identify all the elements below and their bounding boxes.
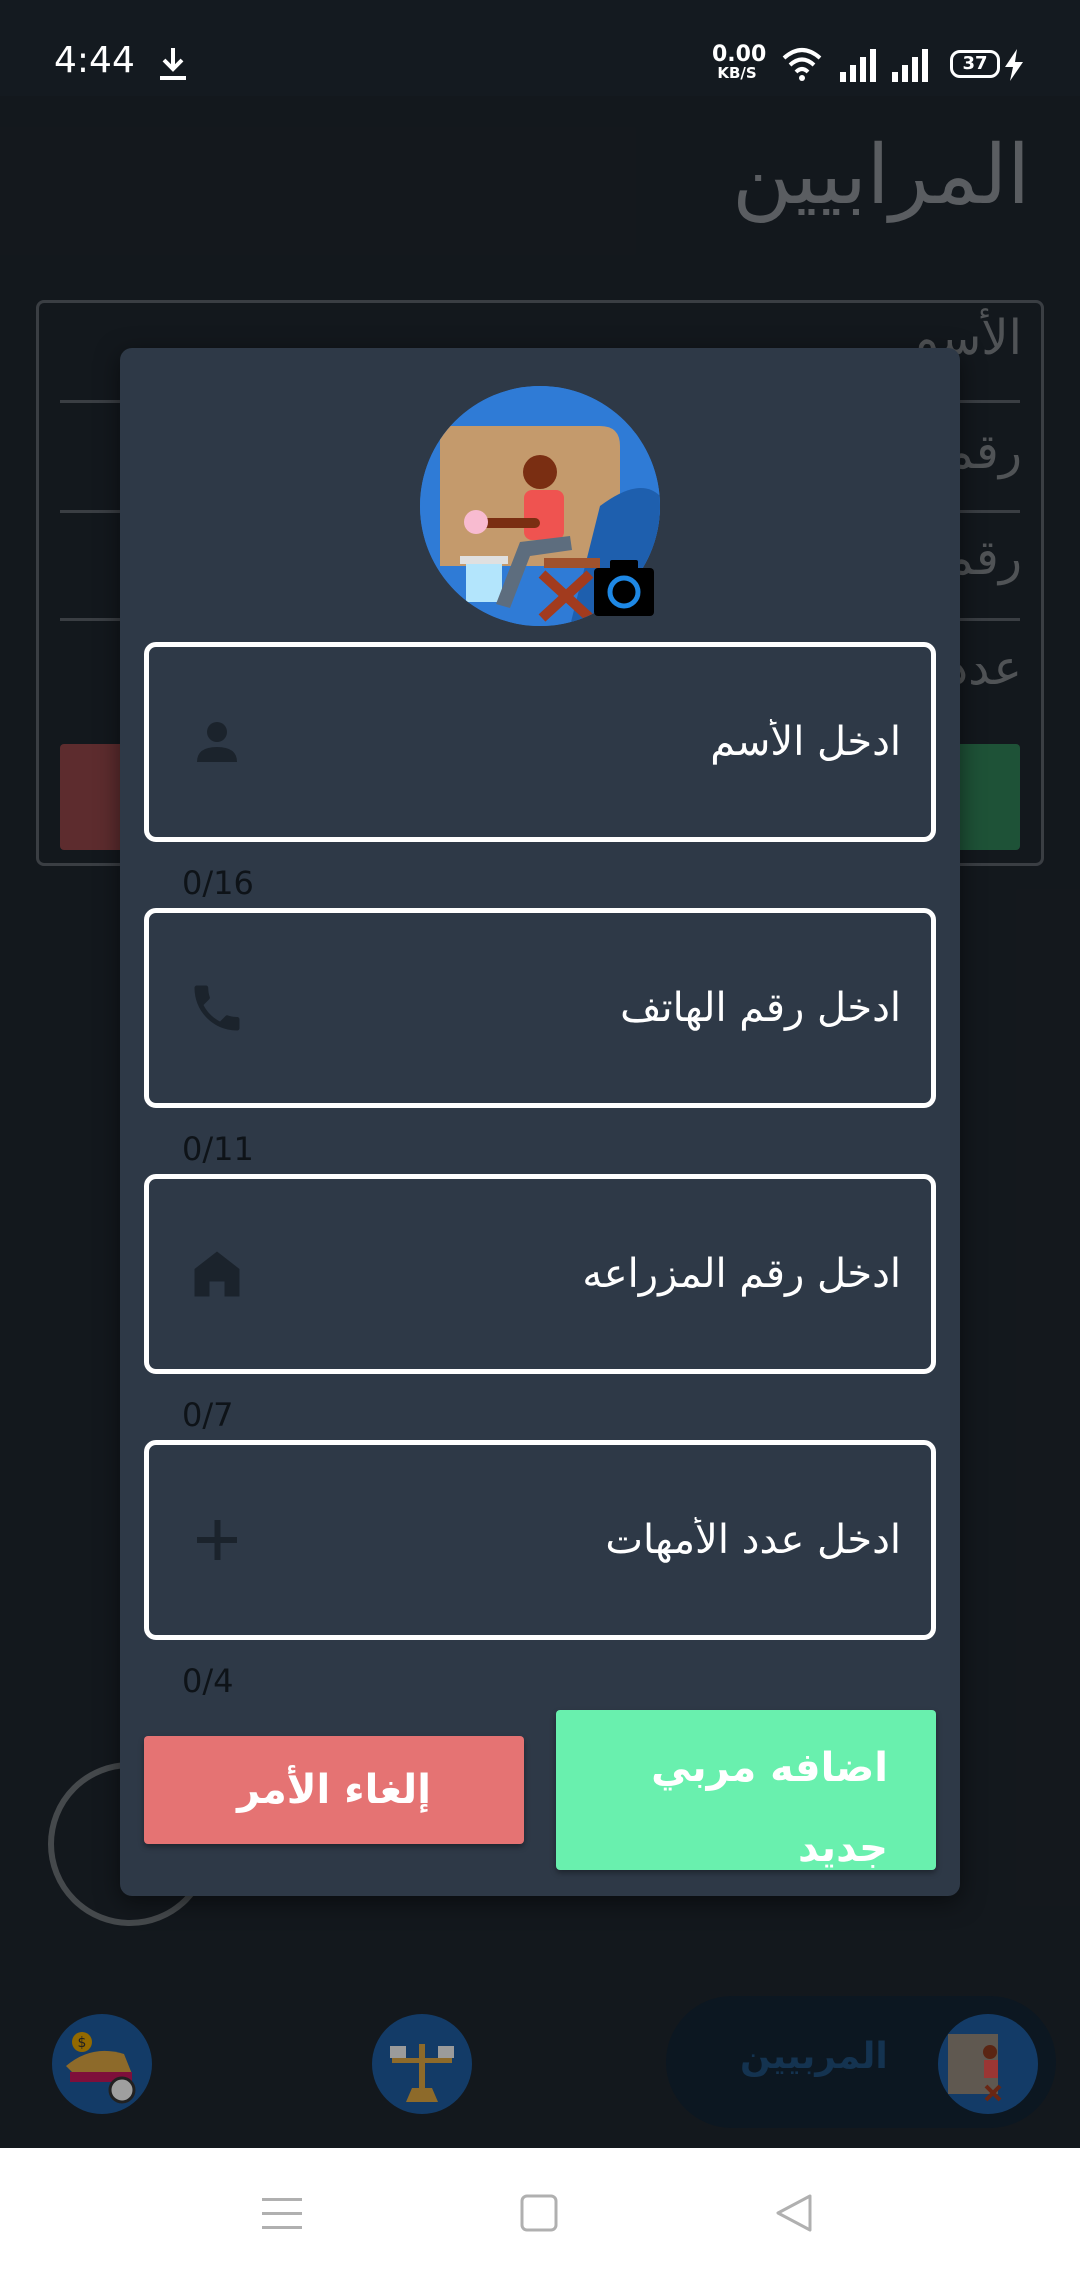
- phone-counter: 0/11: [182, 1130, 254, 1168]
- phone-icon: [194, 985, 240, 1031]
- phone-input[interactable]: [281, 985, 901, 1031]
- name-counter: 0/16: [182, 864, 254, 902]
- charging-icon: [1005, 49, 1023, 81]
- wifi-icon: [782, 48, 822, 81]
- mothers-count-counter: 0/4: [182, 1662, 234, 1700]
- mothers-count-input[interactable]: [281, 1517, 901, 1563]
- network-speed: 0.00 KB/S: [712, 42, 767, 82]
- download-icon: [160, 48, 186, 80]
- home-icon: [194, 1251, 240, 1297]
- battery-icon: 37: [950, 50, 1000, 78]
- signal-icon: [892, 49, 928, 82]
- status-bar: 4:44 0.00 KB/S 37: [0, 0, 1080, 96]
- add-breeder-dialog: 0/16 0/11 0/7 0/4 إلغاء الأمر اضافه مربي…: [120, 348, 960, 1896]
- farm-number-counter: 0/7: [182, 1396, 234, 1434]
- phone-field[interactable]: [144, 908, 936, 1108]
- camera-icon[interactable]: [594, 560, 654, 616]
- name-input[interactable]: [281, 719, 901, 765]
- signal-icon: [840, 49, 876, 82]
- home-button-icon[interactable]: [520, 2194, 558, 2232]
- mothers-count-field[interactable]: [144, 1440, 936, 1640]
- name-field[interactable]: [144, 642, 936, 842]
- system-navigation-bar: [0, 2148, 1080, 2280]
- status-time: 4:44: [54, 40, 135, 81]
- cancel-button[interactable]: إلغاء الأمر: [144, 1736, 524, 1844]
- farm-number-field[interactable]: [144, 1174, 936, 1374]
- farm-number-input[interactable]: [281, 1251, 901, 1297]
- add-breeder-label: اضافه مربي جديد: [651, 1745, 888, 1871]
- add-breeder-button[interactable]: اضافه مربي جديد: [556, 1710, 936, 1871]
- plus-icon: [197, 1520, 237, 1560]
- back-icon[interactable]: [774, 2192, 814, 2234]
- person-icon: [197, 722, 237, 762]
- menu-icon[interactable]: [262, 2196, 302, 2232]
